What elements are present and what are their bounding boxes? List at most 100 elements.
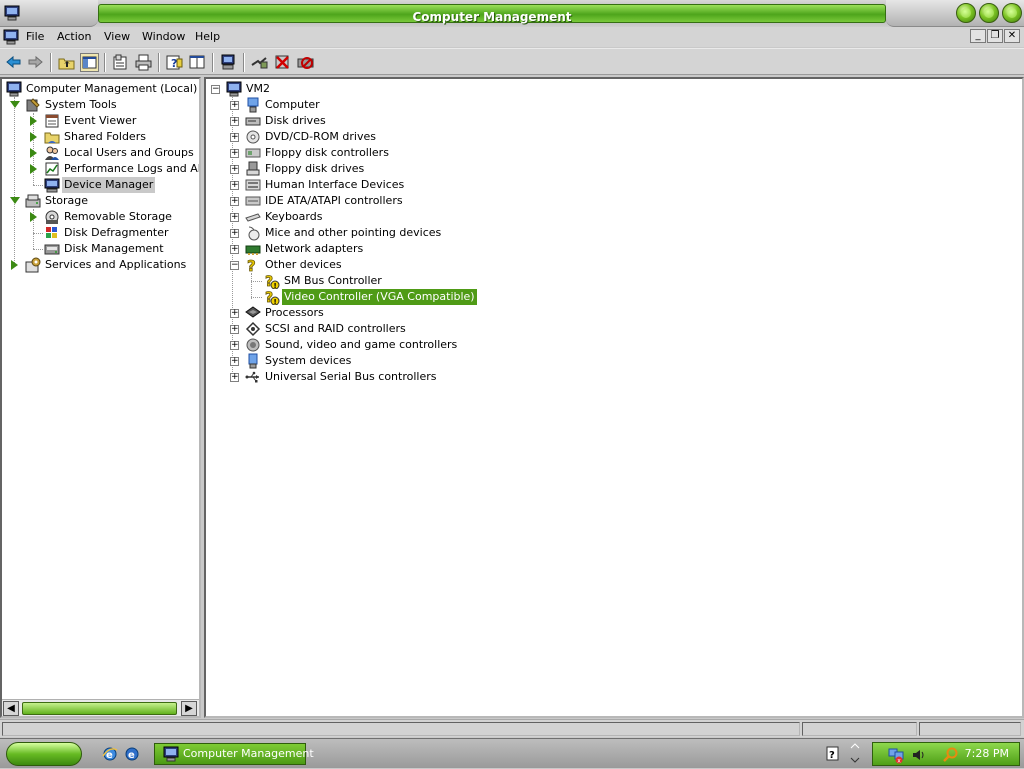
device-category-sound[interactable]: + Sound, video and game controllers (206, 337, 1022, 353)
tree-item-removable-storage[interactable]: Removable Storage (2, 209, 199, 225)
taskbar-clock[interactable]: 7:28 PM (965, 747, 1009, 760)
app-computer-icon[interactable] (4, 5, 20, 24)
menu-action[interactable]: Action (57, 30, 91, 43)
system-devices-icon (245, 353, 261, 369)
scroll-thumb[interactable] (22, 702, 177, 715)
expand-arrow-icon[interactable] (30, 164, 38, 174)
volume-icon[interactable] (911, 748, 927, 765)
expand-toggle[interactable]: + (230, 373, 239, 382)
collapse-toggle[interactable]: − (211, 85, 220, 94)
up-one-level-icon[interactable] (57, 53, 76, 72)
mdi-restore-button[interactable]: ❐ (987, 29, 1003, 43)
tree-item-system-tools[interactable]: System Tools (2, 97, 199, 113)
back-arrow-icon[interactable] (4, 53, 23, 72)
device-category-computer[interactable]: + Computer (206, 97, 1022, 113)
mdi-system-icon[interactable] (3, 29, 19, 48)
console-tree-hscrollbar[interactable]: ◀ ▶ (2, 699, 199, 716)
search-magnifier-icon[interactable] (943, 747, 959, 766)
expand-toggle[interactable]: + (230, 181, 239, 190)
device-category-ide[interactable]: + IDE ATA/ATAPI controllers (206, 193, 1022, 209)
expand-toggle[interactable]: + (230, 229, 239, 238)
device-category-network-adapters[interactable]: + Network adapters (206, 241, 1022, 257)
tray-expand-icon[interactable] (850, 742, 860, 767)
scroll-left-button[interactable]: ◀ (3, 701, 19, 716)
expand-toggle[interactable]: + (230, 325, 239, 334)
device-category-label: IDE ATA/ATAPI controllers (265, 194, 403, 207)
expand-arrow-icon[interactable] (30, 132, 38, 142)
expand-toggle[interactable]: + (230, 309, 239, 318)
device-category-usb[interactable]: + Universal Serial Bus controllers (206, 369, 1022, 385)
device-category-disk-drives[interactable]: + Disk drives (206, 113, 1022, 129)
expand-arrow-icon[interactable] (30, 116, 38, 126)
expand-toggle[interactable]: + (230, 165, 239, 174)
expand-toggle[interactable]: + (230, 197, 239, 206)
disable-device-icon[interactable] (296, 53, 315, 72)
tree-item-computer-management[interactable]: Computer Management (Local) (2, 81, 199, 97)
scroll-right-button[interactable]: ▶ (181, 701, 197, 716)
mdi-close-button[interactable]: ✕ (1004, 29, 1020, 43)
tree-item-device-manager[interactable]: Device Manager (2, 177, 199, 193)
device-manager-pane[interactable]: − VM2 + Computer + Disk drives + DVD/CD-… (204, 77, 1024, 718)
device-tree-root[interactable]: − VM2 (206, 81, 1022, 97)
tree-item-storage[interactable]: Storage (2, 193, 199, 209)
device-category-dvd-cdrom[interactable]: + DVD/CD-ROM drives (206, 129, 1022, 145)
tree-item-performance-logs[interactable]: Performance Logs and Alerts (2, 161, 199, 177)
expand-toggle[interactable]: + (230, 357, 239, 366)
device-item-video-controller[interactable]: ?! Video Controller (VGA Compatible) (206, 289, 1022, 306)
maximize-button[interactable] (979, 3, 999, 23)
expand-toggle[interactable]: + (230, 213, 239, 222)
expand-toggle[interactable]: + (230, 149, 239, 158)
outlook-express-icon[interactable]: e (124, 746, 140, 765)
title-bar[interactable]: Computer Management (0, 0, 1024, 27)
internet-explorer-icon[interactable]: e (102, 746, 118, 765)
expand-toggle[interactable]: + (230, 245, 239, 254)
taskbar-item-computer-management[interactable]: Computer Management (154, 743, 314, 765)
expand-toggle[interactable]: + (230, 133, 239, 142)
expand-arrow-icon[interactable] (30, 148, 38, 158)
show-hide-tree-icon[interactable] (80, 53, 99, 72)
menu-view[interactable]: View (104, 30, 130, 43)
network-warning-icon[interactable]: x (887, 746, 905, 767)
device-item-sm-bus-controller[interactable]: ?! SM Bus Controller (206, 273, 1022, 290)
tree-item-disk-defragmenter[interactable]: Disk Defragmenter (2, 225, 199, 241)
device-category-scsi-raid[interactable]: + SCSI and RAID controllers (206, 321, 1022, 337)
close-button[interactable] (1002, 3, 1022, 23)
show-hide-action-pane-icon[interactable] (188, 53, 207, 72)
expand-arrow-icon[interactable] (30, 212, 38, 222)
device-category-mice[interactable]: + Mice and other pointing devices (206, 225, 1022, 241)
device-category-keyboards[interactable]: + Keyboards (206, 209, 1022, 225)
menu-window[interactable]: Window (142, 30, 185, 43)
help-icon[interactable]: ? (165, 53, 184, 72)
collapse-arrow-icon[interactable] (10, 197, 20, 205)
help-tray-icon[interactable]: ? (826, 746, 840, 765)
device-category-hid[interactable]: + Human Interface Devices (206, 177, 1022, 193)
expand-toggle[interactable]: + (230, 341, 239, 350)
menu-file[interactable]: File (26, 30, 44, 43)
expand-toggle[interactable]: + (230, 101, 239, 110)
tree-item-services-applications[interactable]: Services and Applications (2, 257, 199, 273)
expand-arrow-icon[interactable] (11, 260, 19, 270)
device-category-other-devices[interactable]: − ? Other devices (206, 257, 1022, 275)
mdi-minimize-button[interactable]: _ (970, 29, 986, 43)
start-button[interactable] (6, 742, 82, 766)
print-icon[interactable] (134, 53, 153, 72)
collapse-toggle[interactable]: − (230, 261, 239, 270)
forward-arrow-icon[interactable] (26, 53, 45, 72)
minimize-button[interactable] (956, 3, 976, 23)
tree-item-shared-folders[interactable]: Shared Folders (2, 129, 199, 145)
console-tree-pane[interactable]: Computer Management (Local) System Tools… (0, 77, 201, 718)
expand-toggle[interactable]: + (230, 117, 239, 126)
device-category-floppy-drives[interactable]: + Floppy disk drives (206, 161, 1022, 177)
collapse-arrow-icon[interactable] (10, 101, 20, 109)
scan-hardware-icon[interactable] (219, 53, 238, 72)
menu-help[interactable]: Help (195, 30, 220, 43)
properties-icon[interactable] (111, 53, 130, 72)
uninstall-device-icon[interactable] (273, 53, 292, 72)
tree-item-event-viewer[interactable]: Event Viewer (2, 113, 199, 129)
device-category-floppy-controllers[interactable]: + Floppy disk controllers (206, 145, 1022, 161)
device-category-system-devices[interactable]: + System devices (206, 353, 1022, 369)
tree-item-local-users[interactable]: Local Users and Groups (2, 145, 199, 161)
device-category-processors[interactable]: + Processors (206, 305, 1022, 321)
update-driver-icon[interactable] (250, 53, 269, 72)
tree-item-disk-management[interactable]: Disk Management (2, 241, 199, 257)
